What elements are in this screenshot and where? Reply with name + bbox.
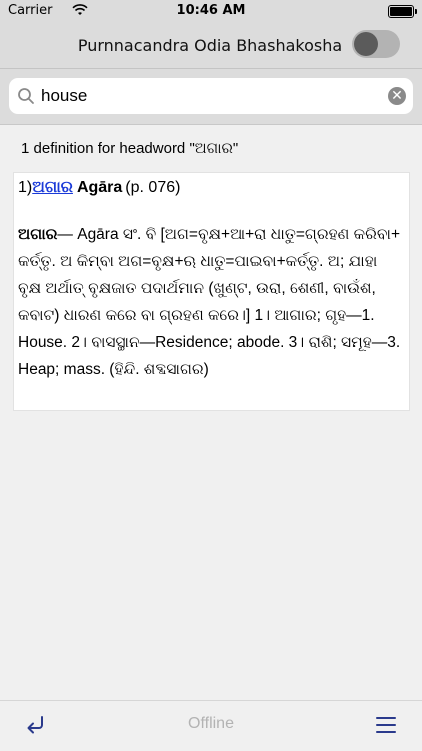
clear-icon[interactable]: ✕ — [388, 87, 406, 105]
status-bar: Carrier 10:46 AM — [0, 0, 422, 22]
definition-text: ଅଗାର— Agāra ସଂ. ବି [ଅଗ=ବୃକ୍ଷ+ଆ+ରା ଧାତୁ=ଗ… — [18, 221, 402, 383]
entry-number: 1) — [18, 179, 33, 196]
headword-link[interactable]: ଅଗାର — [32, 179, 73, 196]
toggle-switch[interactable] — [352, 30, 400, 58]
entry-page: (p. 076) — [125, 179, 181, 196]
navigation-bar: Purnnacandra Odia Bhashakosha — [0, 22, 422, 69]
definition-body: — Agāra ସଂ. ବି [ଅଗ=ବୃକ୍ଷ+ଆ+ରା ଧାତୁ=ଗ୍ରହଣ… — [18, 226, 401, 378]
search-box[interactable]: ✕ — [9, 78, 413, 114]
search-bar: ✕ — [0, 69, 422, 125]
entry-transliteration: Agāra — [76, 179, 123, 196]
entry-header: 1)ଅଗାର Agāra (p. 076) — [18, 179, 180, 197]
battery-icon — [388, 5, 417, 18]
toggle-knob — [354, 32, 378, 56]
results-summary: 1 definition for headword "ଅଗାର" — [21, 140, 239, 157]
search-input[interactable] — [41, 83, 371, 109]
app-title: Purnnacandra Odia Bhashakosha — [77, 36, 343, 55]
search-icon — [18, 88, 34, 104]
definition-card: 1)ଅଗାର Agāra (p. 076) ଅଗାର— Agāra ସଂ. ବି [… — [13, 172, 410, 411]
definition-headword: ଅଗାର — [18, 226, 58, 243]
status-time: 10:46 AM — [176, 3, 246, 18]
bottom-toolbar: Offline — [0, 700, 422, 751]
menu-icon[interactable] — [376, 716, 396, 734]
offline-status: Offline — [188, 715, 234, 732]
